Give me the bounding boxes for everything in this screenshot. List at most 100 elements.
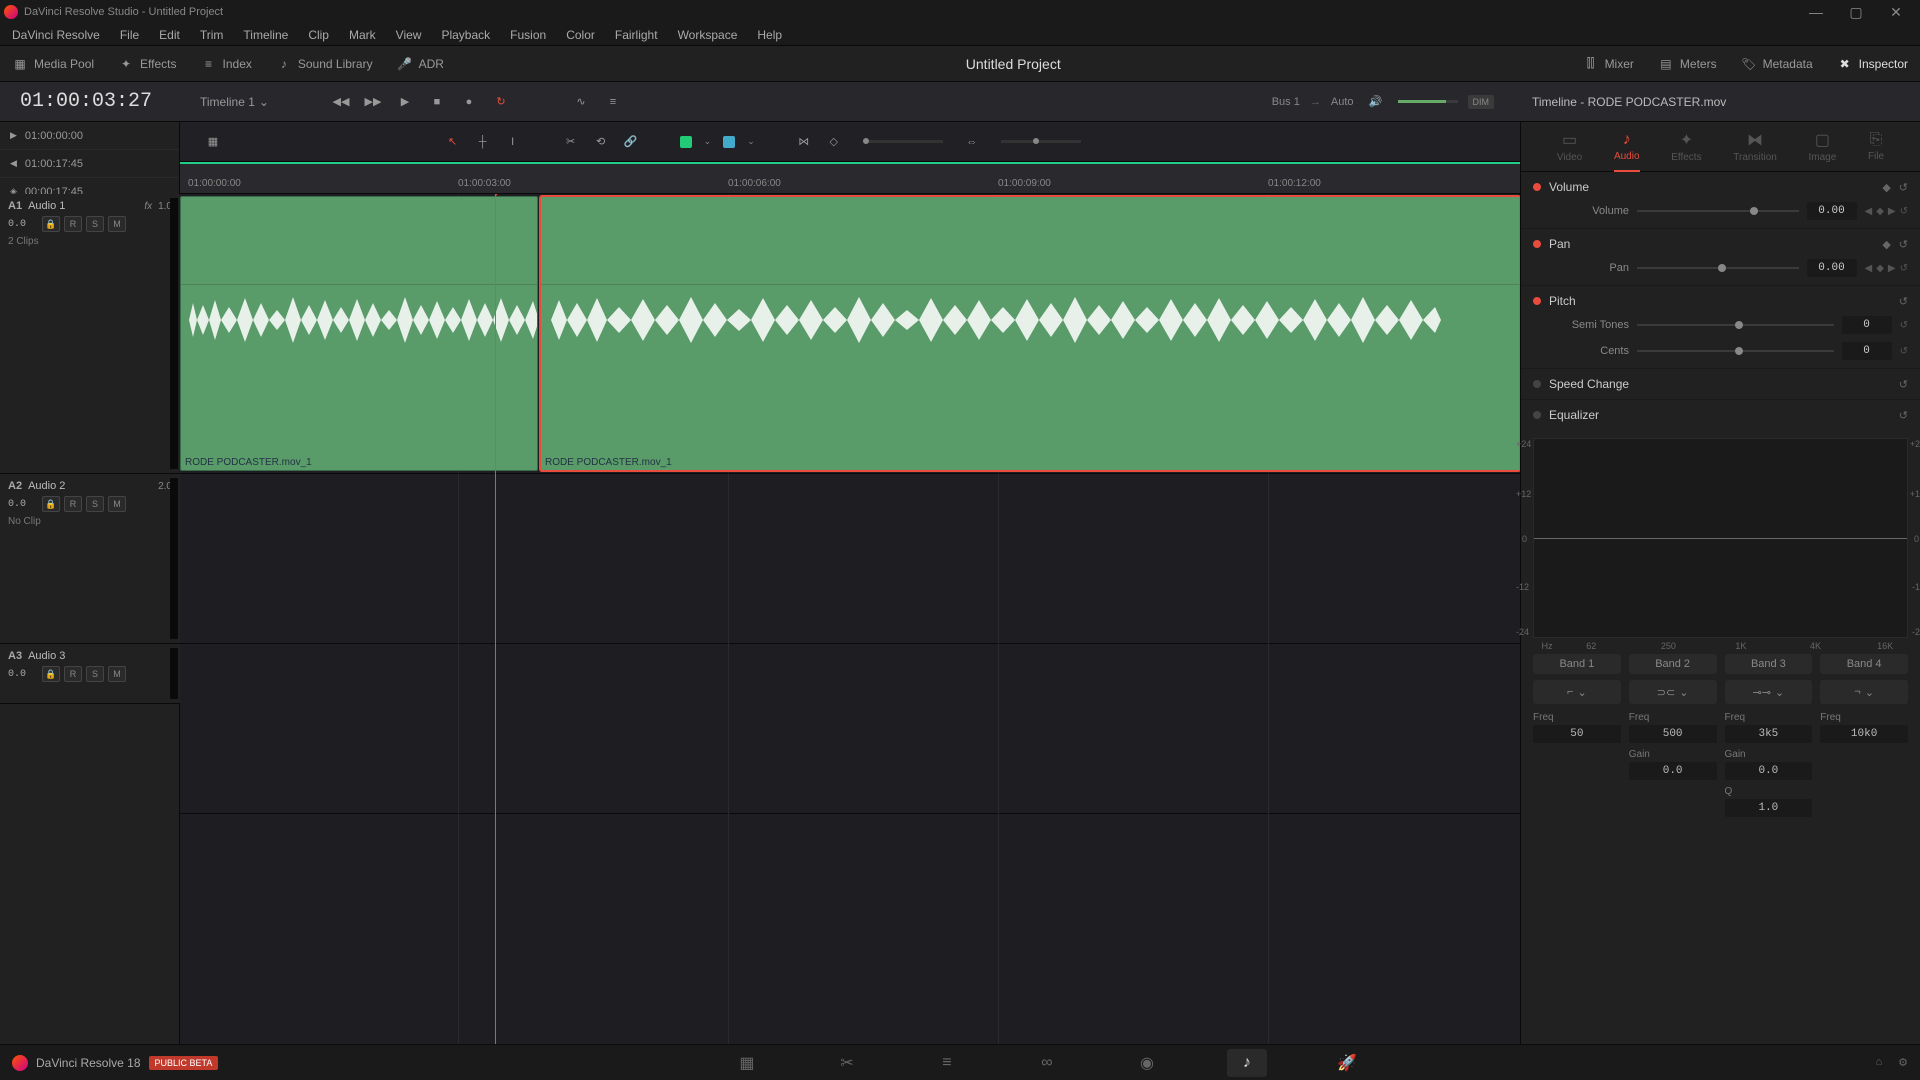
close-button[interactable]: ✕ <box>1876 0 1916 24</box>
solo-button[interactable]: S <box>86 216 104 232</box>
band-shape[interactable]: ⌐⌄ <box>1533 680 1621 704</box>
effects-button[interactable]: ✦Effects <box>106 50 188 78</box>
menu-color[interactable]: Color <box>556 25 605 45</box>
automation-icon[interactable]: ∿ <box>569 90 593 114</box>
chevron-down-icon[interactable]: ⌄ <box>747 136 755 147</box>
audio-clip-1[interactable]: RODE PODCASTER.mov_1 <box>180 196 538 471</box>
track-a1-lane[interactable]: RODE PODCASTER.mov_1 RODE PODCASTER.mov_… <box>180 194 1520 474</box>
timeline-view-icon[interactable]: ▦ <box>204 133 222 151</box>
zoom-slider-h[interactable] <box>863 140 943 143</box>
tab-image[interactable]: ▢Image <box>1809 130 1837 163</box>
tab-file[interactable]: ⎘File <box>1868 131 1884 162</box>
timeline-ruler[interactable]: 01:00:00:00 01:00:03:00 01:00:06:00 01:0… <box>180 162 1520 194</box>
add-kf-icon[interactable]: ◆ <box>1876 263 1884 274</box>
menu-davinci[interactable]: DaVinci Resolve <box>2 25 110 45</box>
reset-icon[interactable]: ↺ <box>1900 206 1908 217</box>
track-db[interactable]: 0.0 <box>8 219 38 230</box>
tab-transition[interactable]: ⧓Transition <box>1733 130 1777 163</box>
band4-freq[interactable]: 10k0 <box>1820 725 1908 743</box>
track-a3-lane[interactable] <box>180 644 1520 814</box>
minimize-button[interactable]: — <box>1796 0 1836 24</box>
band3-freq[interactable]: 3k5 <box>1725 725 1813 743</box>
menu-view[interactable]: View <box>386 25 432 45</box>
reset-icon[interactable]: ↺ <box>1900 346 1908 357</box>
track-header-a2[interactable]: A2Audio 22.0 0.0🔒RSM No Clip <box>0 474 180 644</box>
range-tool[interactable]: ┼ <box>474 133 492 151</box>
tab-video[interactable]: ▭Video <box>1557 130 1582 163</box>
menu-edit[interactable]: Edit <box>149 25 190 45</box>
next-kf-icon[interactable]: ▶ <box>1888 206 1896 217</box>
arm-button[interactable]: R <box>64 666 82 682</box>
reset-icon[interactable]: ↺ <box>1899 295 1908 308</box>
page-fairlight[interactable]: ♪ <box>1227 1049 1267 1077</box>
reset-icon[interactable]: ↺ <box>1899 181 1908 194</box>
text-tool[interactable]: I <box>504 133 522 151</box>
prev-kf-icon[interactable]: ◀ <box>1865 263 1873 274</box>
settings-icon[interactable]: ≡ <box>601 90 625 114</box>
flag-marker[interactable] <box>680 136 692 148</box>
clip-marker[interactable] <box>723 136 735 148</box>
selection-tool[interactable]: ↖ <box>444 133 462 151</box>
reset-icon[interactable]: ↺ <box>1899 378 1908 391</box>
bus-label[interactable]: Bus 1 <box>1272 96 1300 108</box>
next-kf-icon[interactable]: ▶ <box>1888 263 1896 274</box>
snap-tool[interactable]: ⟲ <box>592 133 610 151</box>
band-name[interactable]: Band 3 <box>1725 654 1813 674</box>
tc-in[interactable]: ▶01:00:00:00 <box>0 122 179 150</box>
eq-graph[interactable]: +24 +12 0 -12 -24 +24 +12 0 -12 -24 Hz 6… <box>1533 438 1908 638</box>
page-deliver[interactable]: 🚀 <box>1327 1049 1367 1077</box>
band-shape[interactable]: ⊸⊸⌄ <box>1725 680 1813 704</box>
zoom-slider-v[interactable] <box>1001 140 1081 143</box>
inspector-button[interactable]: ✖Inspector <box>1825 50 1920 78</box>
timeline-selector[interactable]: Timeline 1⌄ <box>180 95 289 109</box>
menu-fusion[interactable]: Fusion <box>500 25 556 45</box>
reset-icon[interactable]: ↺ <box>1900 263 1908 274</box>
adr-button[interactable]: 🎤ADR <box>385 50 456 78</box>
speaker-icon[interactable]: 🔊 <box>1364 90 1388 114</box>
mute-button[interactable]: M <box>108 496 126 512</box>
band-name[interactable]: Band 1 <box>1533 654 1621 674</box>
playhead[interactable] <box>495 194 496 1044</box>
reset-icon[interactable]: ↺ <box>1899 238 1908 251</box>
pan-slider[interactable] <box>1637 267 1799 269</box>
tc-out[interactable]: ◀01:00:17:45 <box>0 150 179 178</box>
enable-dot[interactable] <box>1533 297 1541 305</box>
transient-icon[interactable]: ◇ <box>825 133 843 151</box>
loop-button[interactable]: ↻ <box>489 90 513 114</box>
menu-clip[interactable]: Clip <box>298 25 339 45</box>
metadata-button[interactable]: 🏷Metadata <box>1729 50 1825 78</box>
add-kf-icon[interactable]: ◆ <box>1876 206 1884 217</box>
volume-slider[interactable] <box>1398 100 1458 103</box>
semitones-value[interactable]: 0 <box>1842 316 1892 334</box>
rewind-button[interactable]: ◀◀ <box>329 90 353 114</box>
band-shape[interactable]: ¬⌄ <box>1820 680 1908 704</box>
mixer-button[interactable]: ⫿⫿Mixer <box>1571 50 1646 78</box>
band-name[interactable]: Band 4 <box>1820 654 1908 674</box>
page-fusion[interactable]: ∞ <box>1027 1049 1067 1077</box>
enable-dot[interactable] <box>1533 411 1541 419</box>
page-media[interactable]: ▦ <box>727 1049 767 1077</box>
menu-fairlight[interactable]: Fairlight <box>605 25 668 45</box>
page-edit[interactable]: ≡ <box>927 1049 967 1077</box>
band-name[interactable]: Band 2 <box>1629 654 1717 674</box>
menu-file[interactable]: File <box>110 25 149 45</box>
cents-slider[interactable] <box>1637 350 1834 352</box>
chevron-down-icon[interactable]: ⌄ <box>704 136 712 147</box>
prev-kf-icon[interactable]: ◀ <box>1865 206 1873 217</box>
track-header-a3[interactable]: A3Audio 3 0.0🔒RSM <box>0 644 180 704</box>
band-shape[interactable]: ⊃⊂⌄ <box>1629 680 1717 704</box>
maximize-button[interactable]: ▢ <box>1836 0 1876 24</box>
record-button[interactable]: ● <box>457 90 481 114</box>
volume-value[interactable]: 0.00 <box>1807 202 1857 220</box>
band2-freq[interactable]: 500 <box>1629 725 1717 743</box>
menu-mark[interactable]: Mark <box>339 25 386 45</box>
menu-workspace[interactable]: Workspace <box>668 25 748 45</box>
track-header-a1[interactable]: A1Audio 1fx1.0 0.0🔒RSM 2 Clips <box>0 194 180 474</box>
meters-button[interactable]: ▤Meters <box>1646 50 1729 78</box>
stop-button[interactable]: ■ <box>425 90 449 114</box>
index-button[interactable]: ≡Index <box>189 50 264 78</box>
cents-value[interactable]: 0 <box>1842 342 1892 360</box>
pan-value[interactable]: 0.00 <box>1807 259 1857 277</box>
dim-button[interactable]: DIM <box>1468 95 1495 109</box>
enable-dot[interactable] <box>1533 380 1541 388</box>
